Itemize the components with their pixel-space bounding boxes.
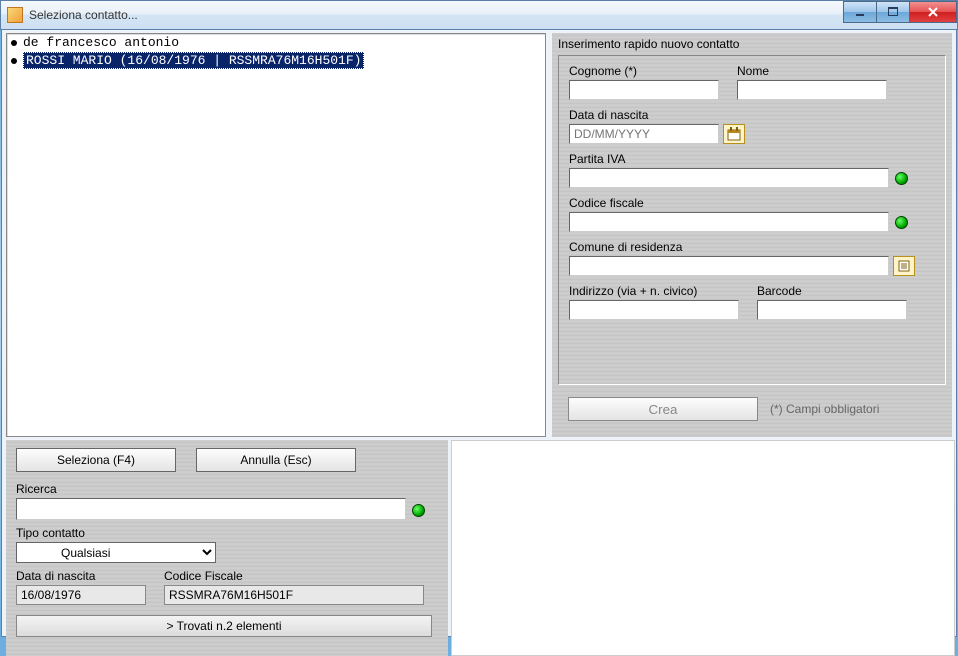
indirizzo-input[interactable] — [569, 300, 739, 320]
status-bar: > Trovati n.2 elementi — [16, 615, 432, 637]
annulla-button[interactable]: Annulla (Esc) — [196, 448, 356, 472]
nome-label: Nome — [737, 64, 887, 78]
comune-input[interactable] — [569, 256, 889, 276]
search-panel: Seleziona (F4) Annulla (Esc) Ricerca Tip… — [6, 440, 448, 656]
data-nascita-value: 16/08/1976 — [16, 585, 146, 605]
new-contact-panel: Inserimento rapido nuovo contatto Cognom… — [552, 33, 952, 437]
status-led-icon — [895, 216, 908, 229]
form-group: Cognome (*) Nome Data di nascita — [558, 55, 946, 385]
required-note: (*) Campi obbligatori — [770, 402, 879, 416]
tipo-contatto-select[interactable]: Qualsiasi — [16, 542, 216, 563]
cognome-input[interactable] — [569, 80, 719, 100]
list-item-text: ROSSI MARIO (16/08/1976 | RSSMRA76M16H50… — [23, 52, 364, 69]
codice-fiscale-search-label: Codice Fiscale — [164, 569, 424, 583]
panel-title: Inserimento rapido nuovo contatto — [558, 37, 946, 51]
nome-input[interactable] — [737, 80, 887, 100]
window-title: Seleziona contatto... — [29, 8, 138, 22]
ricerca-input[interactable] — [16, 498, 406, 520]
tipo-contatto-label: Tipo contatto — [16, 526, 438, 540]
ricerca-label: Ricerca — [16, 482, 438, 496]
status-led-icon — [412, 504, 425, 517]
blank-panel — [451, 440, 955, 656]
indirizzo-label: Indirizzo (via + n. civico) — [569, 284, 739, 298]
data-nascita-input[interactable] — [569, 124, 719, 144]
lookup-icon — [897, 259, 911, 273]
status-led-icon — [895, 172, 908, 185]
status-text: > Trovati n.2 elementi — [166, 619, 281, 633]
calendar-icon — [727, 127, 741, 141]
maximize-button[interactable] — [876, 1, 910, 23]
codice-fiscale-label: Codice fiscale — [569, 196, 935, 210]
list-item[interactable]: de francesco antonio — [7, 34, 545, 51]
minimize-button[interactable] — [843, 1, 877, 23]
comune-lookup-button[interactable] — [893, 256, 915, 276]
cognome-label: Cognome (*) — [569, 64, 719, 78]
app-icon — [7, 7, 23, 23]
seleziona-button[interactable]: Seleziona (F4) — [16, 448, 176, 472]
list-item[interactable]: ROSSI MARIO (16/08/1976 | RSSMRA76M16H50… — [7, 51, 545, 70]
partita-iva-input[interactable] — [569, 168, 889, 188]
data-nascita-label: Data di nascita — [569, 108, 935, 122]
list-item-text: de francesco antonio — [23, 35, 179, 50]
comune-label: Comune di residenza — [569, 240, 935, 254]
codice-fiscale-value: RSSMRA76M16H501F — [164, 585, 424, 605]
barcode-label: Barcode — [757, 284, 907, 298]
crea-button[interactable]: Crea — [568, 397, 758, 421]
barcode-input[interactable] — [757, 300, 907, 320]
window-titlebar: Seleziona contatto... — [0, 0, 958, 30]
data-nascita-search-label: Data di nascita — [16, 569, 146, 583]
contact-list[interactable]: de francesco antonio ROSSI MARIO (16/08/… — [6, 33, 546, 437]
calendar-picker-button[interactable] — [723, 124, 745, 144]
bullet-icon — [11, 40, 17, 46]
window-controls — [844, 1, 957, 23]
bullet-icon — [11, 58, 17, 64]
partita-iva-label: Partita IVA — [569, 152, 935, 166]
window-body: de francesco antonio ROSSI MARIO (16/08/… — [1, 30, 957, 637]
close-button[interactable] — [909, 1, 957, 23]
codice-fiscale-input[interactable] — [569, 212, 889, 232]
